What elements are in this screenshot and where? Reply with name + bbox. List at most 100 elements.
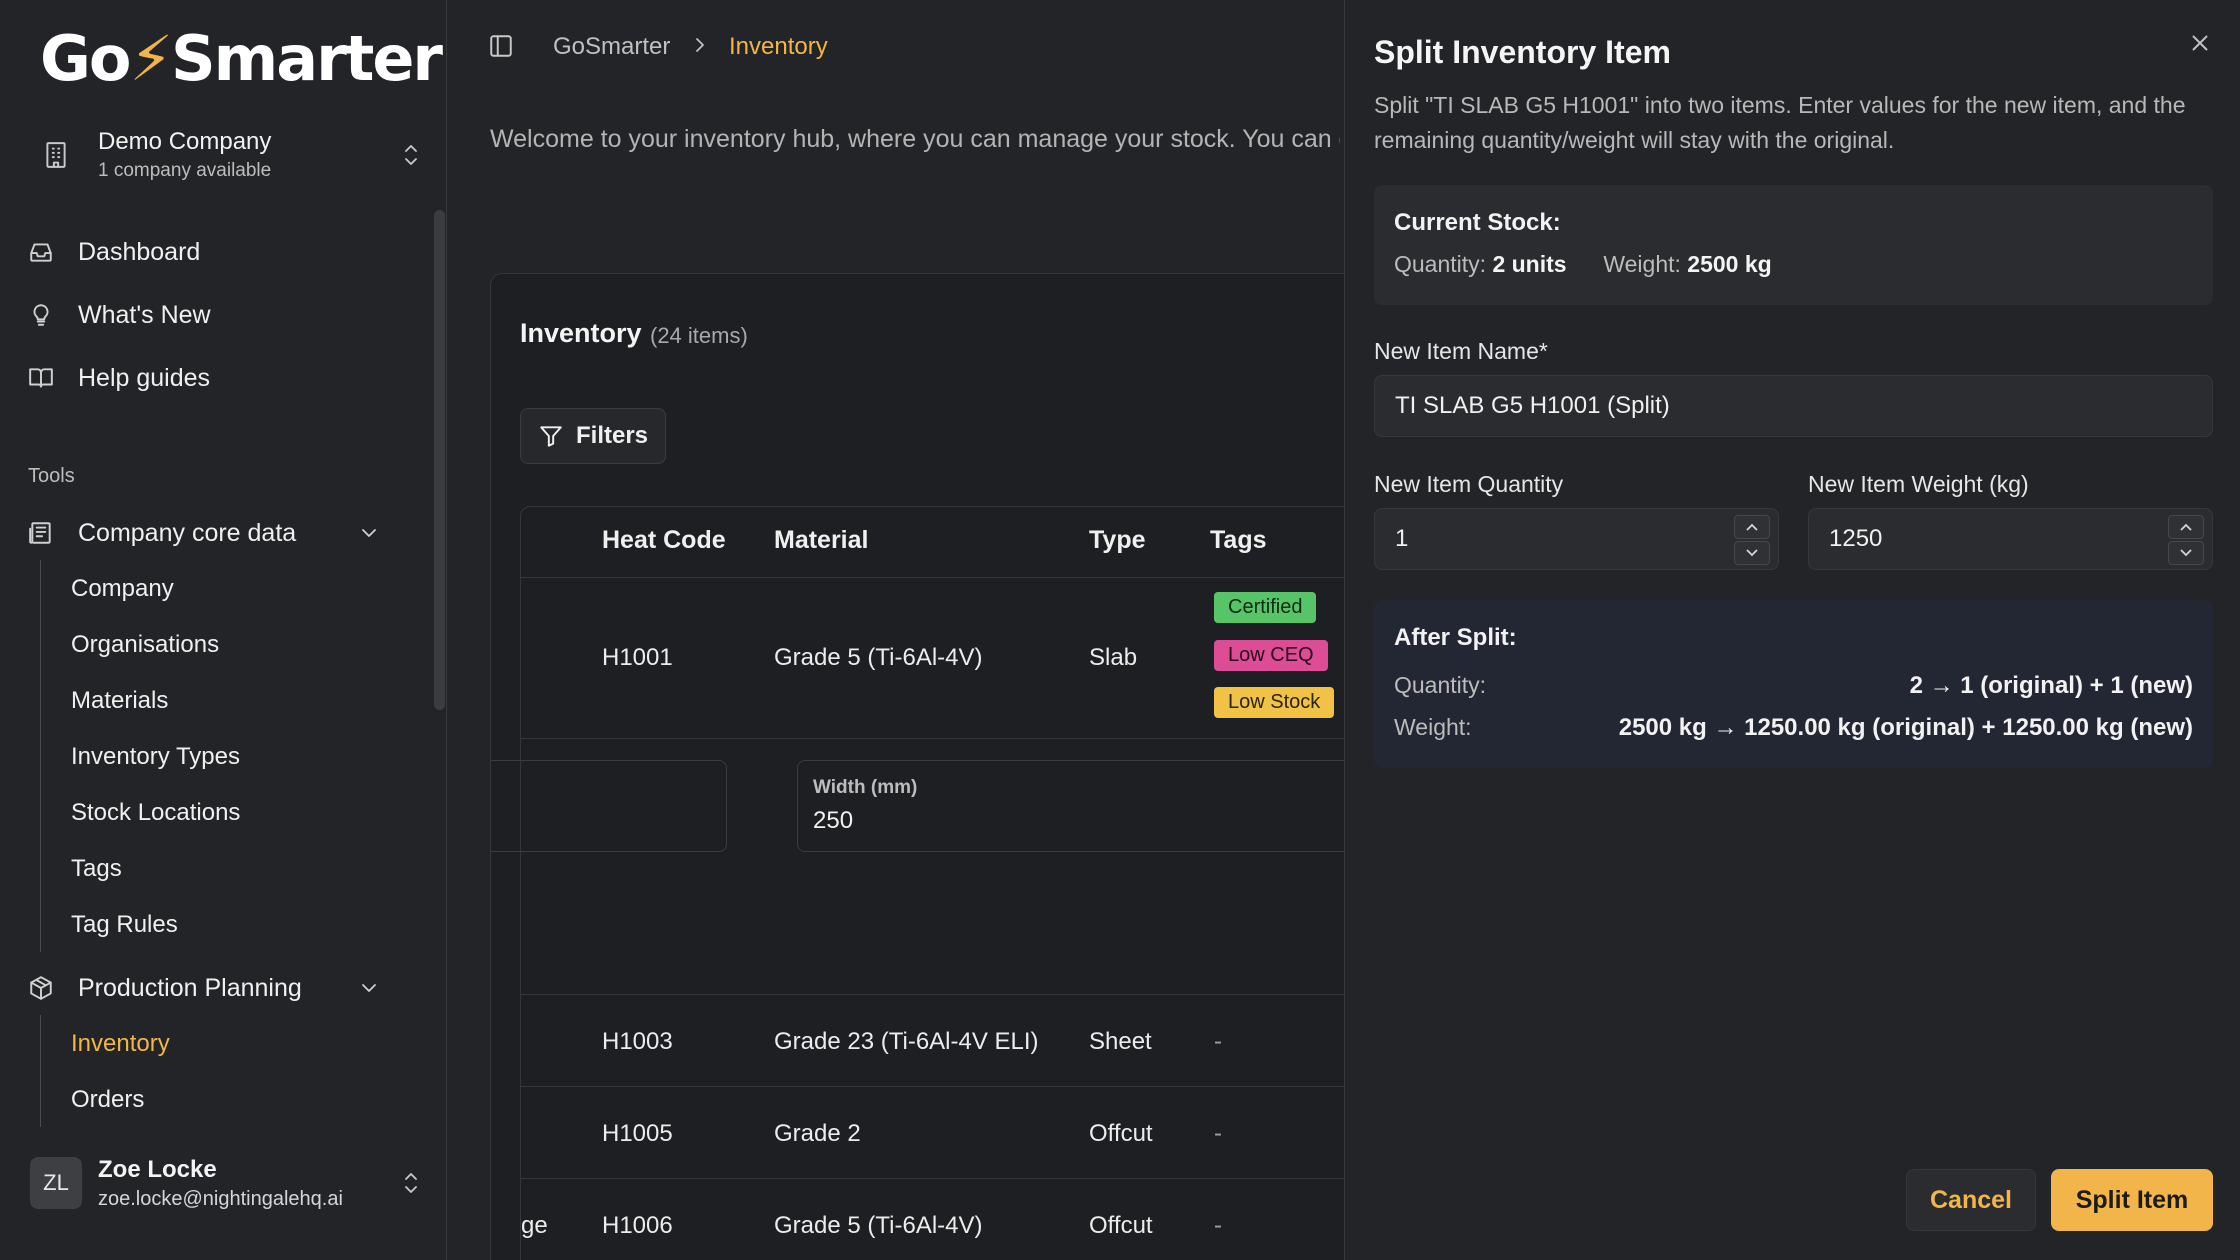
row-type: Slab <box>1089 644 1138 671</box>
column-header-heat-code[interactable]: Heat Code <box>602 526 726 555</box>
panel-title: Split Inventory Item <box>1374 34 1671 70</box>
nav-group-production-planning-label: Production Planning <box>78 973 302 1002</box>
row-heat-code: H1006 <box>602 1212 673 1239</box>
nav-help-guides[interactable]: Help guides <box>28 356 418 400</box>
after-quantity-label: Quantity: <box>1394 672 1487 698</box>
avatar: ZL <box>30 1157 82 1209</box>
split-item-button[interactable]: Split Item <box>2051 1169 2213 1231</box>
new-item-quantity-value: 1 <box>1395 525 1409 552</box>
cancel-button[interactable]: Cancel <box>1906 1169 2036 1231</box>
decrement-button[interactable] <box>2168 541 2204 565</box>
breadcrumb-current: Inventory <box>729 33 828 60</box>
chevrons-up-down-icon <box>400 1170 422 1196</box>
inbox-icon <box>28 239 56 265</box>
tools-section-label: Tools <box>28 465 75 487</box>
row-type: Offcut <box>1089 1120 1153 1147</box>
new-item-quantity-input[interactable]: 1 <box>1374 508 1779 570</box>
nav-help-guides-label: Help guides <box>78 363 211 392</box>
sidebar: Go⚡Smarter Demo Company 1 company availa… <box>0 0 447 1260</box>
nav-group-production-planning[interactable]: Production Planning <box>28 966 408 1010</box>
breadcrumb-root[interactable]: GoSmarter <box>553 33 670 61</box>
detail-width-field: Width (mm) 250 <box>797 760 1389 852</box>
nav-item-inventory-types[interactable]: Inventory Types <box>71 737 240 777</box>
column-header-material[interactable]: Material <box>774 526 868 555</box>
quantity-stepper[interactable] <box>1734 515 1770 565</box>
tag-low-ceq: Low CEQ <box>1214 640 1328 671</box>
current-stock-heading: Current Stock: <box>1394 209 1561 236</box>
building-icon <box>28 141 84 169</box>
detail-width-value: 250 <box>813 807 854 834</box>
new-item-weight-input[interactable]: 1250 <box>1808 508 2213 570</box>
inventory-title: Inventory <box>520 318 642 348</box>
company-switcher[interactable]: Demo Company 1 company available <box>28 122 422 188</box>
after-quantity-value: 2 → 1 (original) + 1 (new) <box>1909 672 2193 699</box>
tag-certified: Certified <box>1214 592 1317 623</box>
row-heat-code: H1005 <box>602 1120 673 1147</box>
user-menu[interactable]: ZL Zoe Locke zoe.locke@nightingalehq.ai <box>30 1150 422 1216</box>
filters-button[interactable]: Filters <box>520 408 666 464</box>
nav-item-tag-rules[interactable]: Tag Rules <box>71 905 178 945</box>
nav-whats-new[interactable]: What's New <box>28 293 418 337</box>
column-header-type[interactable]: Type <box>1089 526 1146 555</box>
current-stock-box: Current Stock: Quantity: 2 units Weight:… <box>1374 185 2213 305</box>
database-icon <box>28 520 56 546</box>
increment-button[interactable] <box>2168 515 2204 539</box>
table-divider <box>520 577 1389 578</box>
row-material: Grade 23 (Ti-6Al-4V ELI) <box>774 1028 1039 1055</box>
current-quantity-label: Quantity: <box>1394 251 1487 277</box>
nav-group-company-core-data[interactable]: Company core data <box>28 511 408 555</box>
new-item-name-label: New Item Name* <box>1374 338 1548 364</box>
nav-dashboard-label: Dashboard <box>78 237 201 266</box>
row-type: Offcut <box>1089 1212 1153 1239</box>
chevron-down-icon <box>358 977 386 999</box>
current-weight-label: Weight: <box>1603 251 1681 277</box>
company-count: 1 company available <box>98 160 272 181</box>
current-stock-values: Quantity: 2 units Weight: 2500 kg <box>1394 251 1772 278</box>
table-divider <box>520 738 1389 739</box>
after-weight-value: 2500 kg → 1250.00 kg (original) + 1250.0… <box>1618 714 2193 741</box>
new-item-name-input[interactable]: TI SLAB G5 H1001 (Split) <box>1374 375 2213 437</box>
new-item-weight-label: New Item Weight (kg) <box>1808 471 2029 497</box>
row-cell-truncated: ge <box>521 1212 548 1239</box>
decrement-button[interactable] <box>1734 541 1770 565</box>
row-material: Grade 2 <box>774 1120 861 1147</box>
lightbulb-icon <box>28 302 56 328</box>
weight-stepper[interactable] <box>2168 515 2204 565</box>
user-email: zoe.locke@nightingalehq.ai <box>98 1187 343 1210</box>
app-logo[interactable]: Go⚡Smarter <box>40 22 443 95</box>
after-weight-label: Weight: <box>1394 714 1472 740</box>
book-icon <box>28 365 56 391</box>
current-quantity-value: 2 units <box>1492 251 1567 277</box>
package-icon <box>28 975 56 1001</box>
after-split-heading: After Split: <box>1394 624 1517 651</box>
nav-item-stock-locations[interactable]: Stock Locations <box>71 793 240 833</box>
nav-item-company[interactable]: Company <box>71 569 174 609</box>
nav-item-tags[interactable]: Tags <box>71 849 122 889</box>
split-inventory-panel: Split Inventory Item Split "TI SLAB G5 H… <box>1344 0 2240 1260</box>
chevron-right-icon <box>690 34 710 56</box>
detail-field <box>491 760 727 852</box>
user-name: Zoe Locke <box>98 1155 217 1183</box>
new-item-weight-value: 1250 <box>1829 525 1883 552</box>
nav-item-inventory[interactable]: Inventory <box>71 1024 170 1064</box>
sidebar-toggle-icon[interactable] <box>488 33 514 59</box>
row-material: Grade 5 (Ti-6Al-4V) <box>774 644 983 671</box>
column-header-tags[interactable]: Tags <box>1210 526 1267 555</box>
topbar: GoSmarter Inventory <box>448 0 1348 90</box>
nav-dashboard[interactable]: Dashboard <box>28 230 418 274</box>
inventory-card: Inventory (24 items) Filters Heat Code M… <box>490 273 1390 1260</box>
close-icon[interactable] <box>2187 30 2213 56</box>
table-divider <box>520 1086 1389 1087</box>
new-item-quantity-label: New Item Quantity <box>1374 471 1564 497</box>
row-tags-empty: - <box>1214 1212 1222 1239</box>
nav-item-organisations[interactable]: Organisations <box>71 625 219 665</box>
nav-item-materials[interactable]: Materials <box>71 681 168 721</box>
panel-description: Split "TI SLAB G5 H1001" into two items.… <box>1374 92 2186 153</box>
nav-item-orders[interactable]: Orders <box>71 1080 144 1120</box>
row-material: Grade 5 (Ti-6Al-4V) <box>774 1212 983 1239</box>
row-heat-code: H1003 <box>602 1028 673 1055</box>
nav-whats-new-label: What's New <box>78 300 211 329</box>
sidebar-scrollbar[interactable] <box>434 210 445 710</box>
detail-width-label: Width (mm) <box>813 777 918 798</box>
increment-button[interactable] <box>1734 515 1770 539</box>
